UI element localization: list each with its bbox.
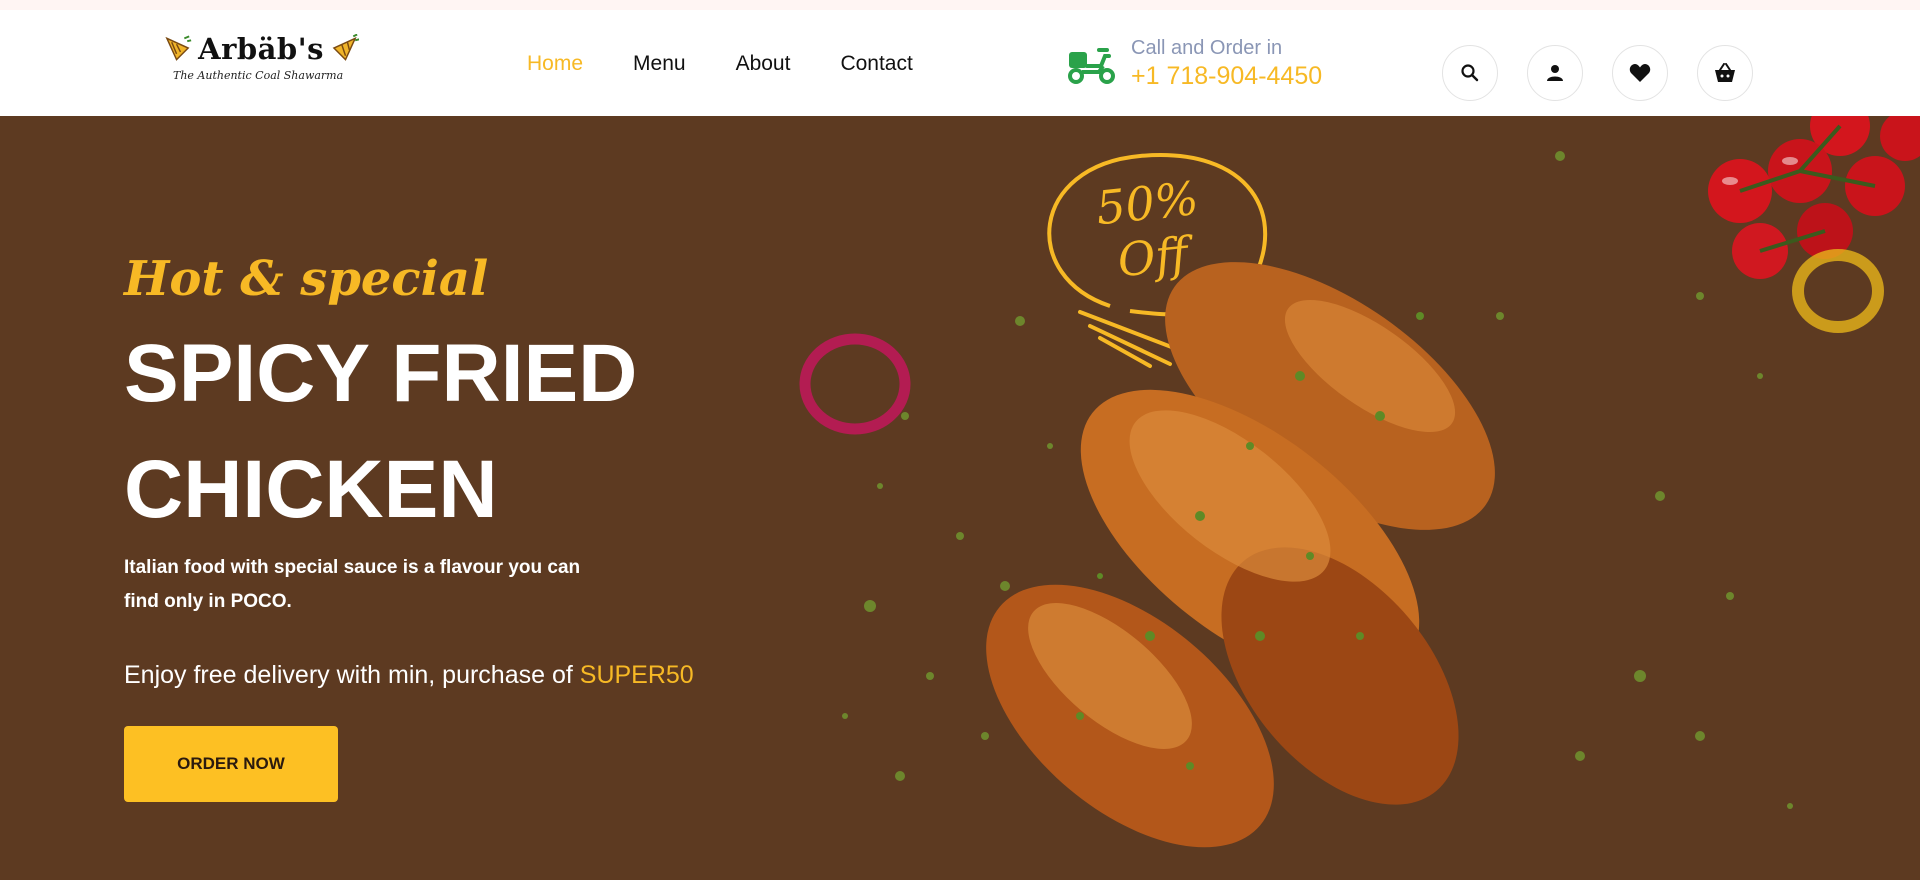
hero-title: SPICY FRIED CHICKEN — [124, 316, 884, 548]
nav-contact[interactable]: Contact — [840, 52, 912, 76]
wishlist-button[interactable] — [1612, 45, 1668, 101]
shawarma-icon-left — [165, 35, 192, 61]
brand-tagline: The Authentic Coal Shawarma — [173, 69, 344, 82]
top-accent-bar — [0, 0, 1920, 10]
brand-logo[interactable]: Arbäb's The Authentic Coal Shawarma — [163, 32, 359, 102]
nav-menu[interactable]: Menu — [633, 52, 686, 76]
delivery-scooter-icon — [1068, 48, 1115, 84]
logo-row: Arbäb's — [163, 32, 359, 66]
hero-banner: 50% Off Hot & special SPICY FRIED CHICKE… — [0, 116, 1920, 880]
user-icon — [1547, 65, 1563, 81]
call-text: Call and Order in +1 718-904-4450 — [1131, 37, 1322, 91]
site-header: Arbäb's The Authentic Coal Shawarma Home… — [0, 10, 1920, 116]
cart-icon — [1715, 63, 1735, 82]
nav-about[interactable]: About — [736, 52, 791, 76]
search-icon — [1461, 64, 1479, 82]
order-now-button[interactable]: ORDER NOW — [124, 726, 338, 802]
hero-eyebrow: Hot & special — [124, 251, 489, 307]
hero-description: Italian food with special sauce is a fla… — [124, 557, 581, 612]
phone-number[interactable]: +1 718-904-4450 — [1131, 62, 1322, 91]
promo-line: Enjoy free delivery with min, purchase o… — [124, 661, 694, 690]
main-nav: Home Menu About Contact — [527, 52, 963, 76]
promo-text: Enjoy free delivery with min, purchase o… — [124, 661, 580, 689]
pepper-ring — [1792, 249, 1884, 333]
promo-code: SUPER50 — [579, 661, 694, 689]
search-button[interactable] — [1442, 45, 1498, 101]
account-button[interactable] — [1527, 45, 1583, 101]
heart-icon — [1629, 64, 1651, 82]
fried-chicken-image — [986, 262, 1495, 848]
offer-badge: 50% Off — [1075, 169, 1226, 291]
call-to-order[interactable]: Call and Order in +1 718-904-4450 — [1063, 36, 1322, 92]
hero-title-line2: CHICKEN — [124, 444, 498, 535]
tomatoes-image — [1708, 116, 1920, 279]
nav-home[interactable]: Home — [527, 52, 583, 76]
shawarma-icon-right — [332, 34, 359, 61]
cart-button[interactable] — [1697, 45, 1753, 101]
brand-name: Arbäb's — [198, 32, 324, 66]
call-label: Call and Order in — [1131, 37, 1283, 59]
hero-title-line1: SPICY FRIED — [124, 328, 638, 419]
